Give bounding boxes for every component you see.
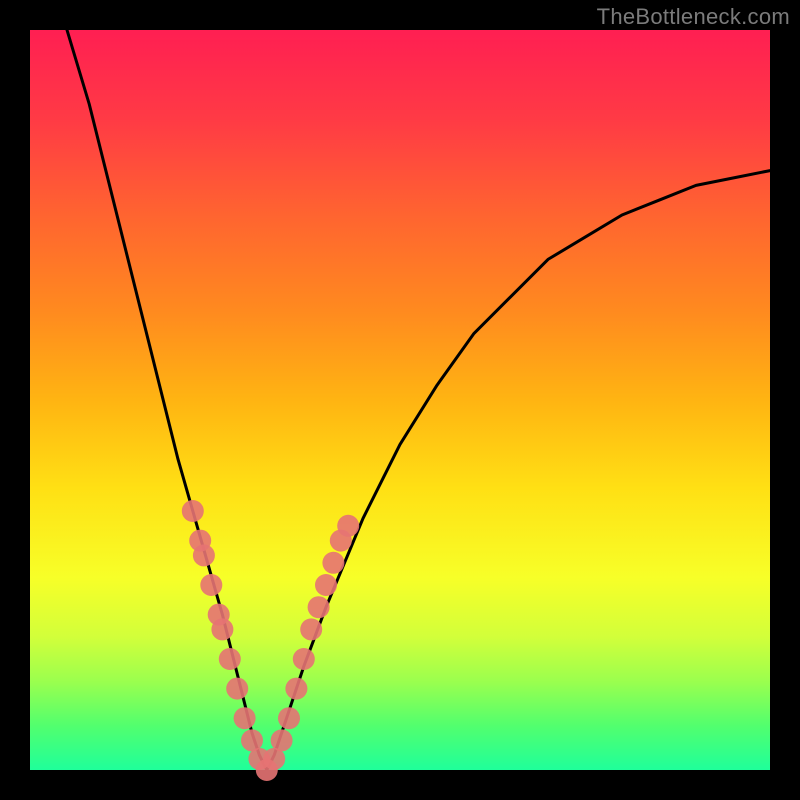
chart-svg bbox=[30, 30, 770, 770]
highlight-dot bbox=[322, 552, 344, 574]
watermark-label: TheBottleneck.com bbox=[597, 4, 790, 30]
highlight-dot bbox=[285, 678, 307, 700]
highlight-dot bbox=[315, 574, 337, 596]
highlight-dot bbox=[271, 729, 293, 751]
highlight-dot bbox=[234, 707, 256, 729]
highlight-dot bbox=[219, 648, 241, 670]
highlight-dot bbox=[278, 707, 300, 729]
plot-area bbox=[30, 30, 770, 770]
chart-frame: TheBottleneck.com bbox=[0, 0, 800, 800]
highlight-dot bbox=[300, 618, 322, 640]
highlight-dots-group bbox=[182, 500, 359, 781]
bottleneck-curve bbox=[67, 30, 770, 770]
highlight-dot bbox=[337, 515, 359, 537]
highlight-dot bbox=[293, 648, 315, 670]
highlight-dot bbox=[308, 596, 330, 618]
highlight-dot bbox=[193, 544, 215, 566]
highlight-dot bbox=[200, 574, 222, 596]
highlight-dot bbox=[182, 500, 204, 522]
highlight-dot bbox=[211, 618, 233, 640]
highlight-dot bbox=[226, 678, 248, 700]
